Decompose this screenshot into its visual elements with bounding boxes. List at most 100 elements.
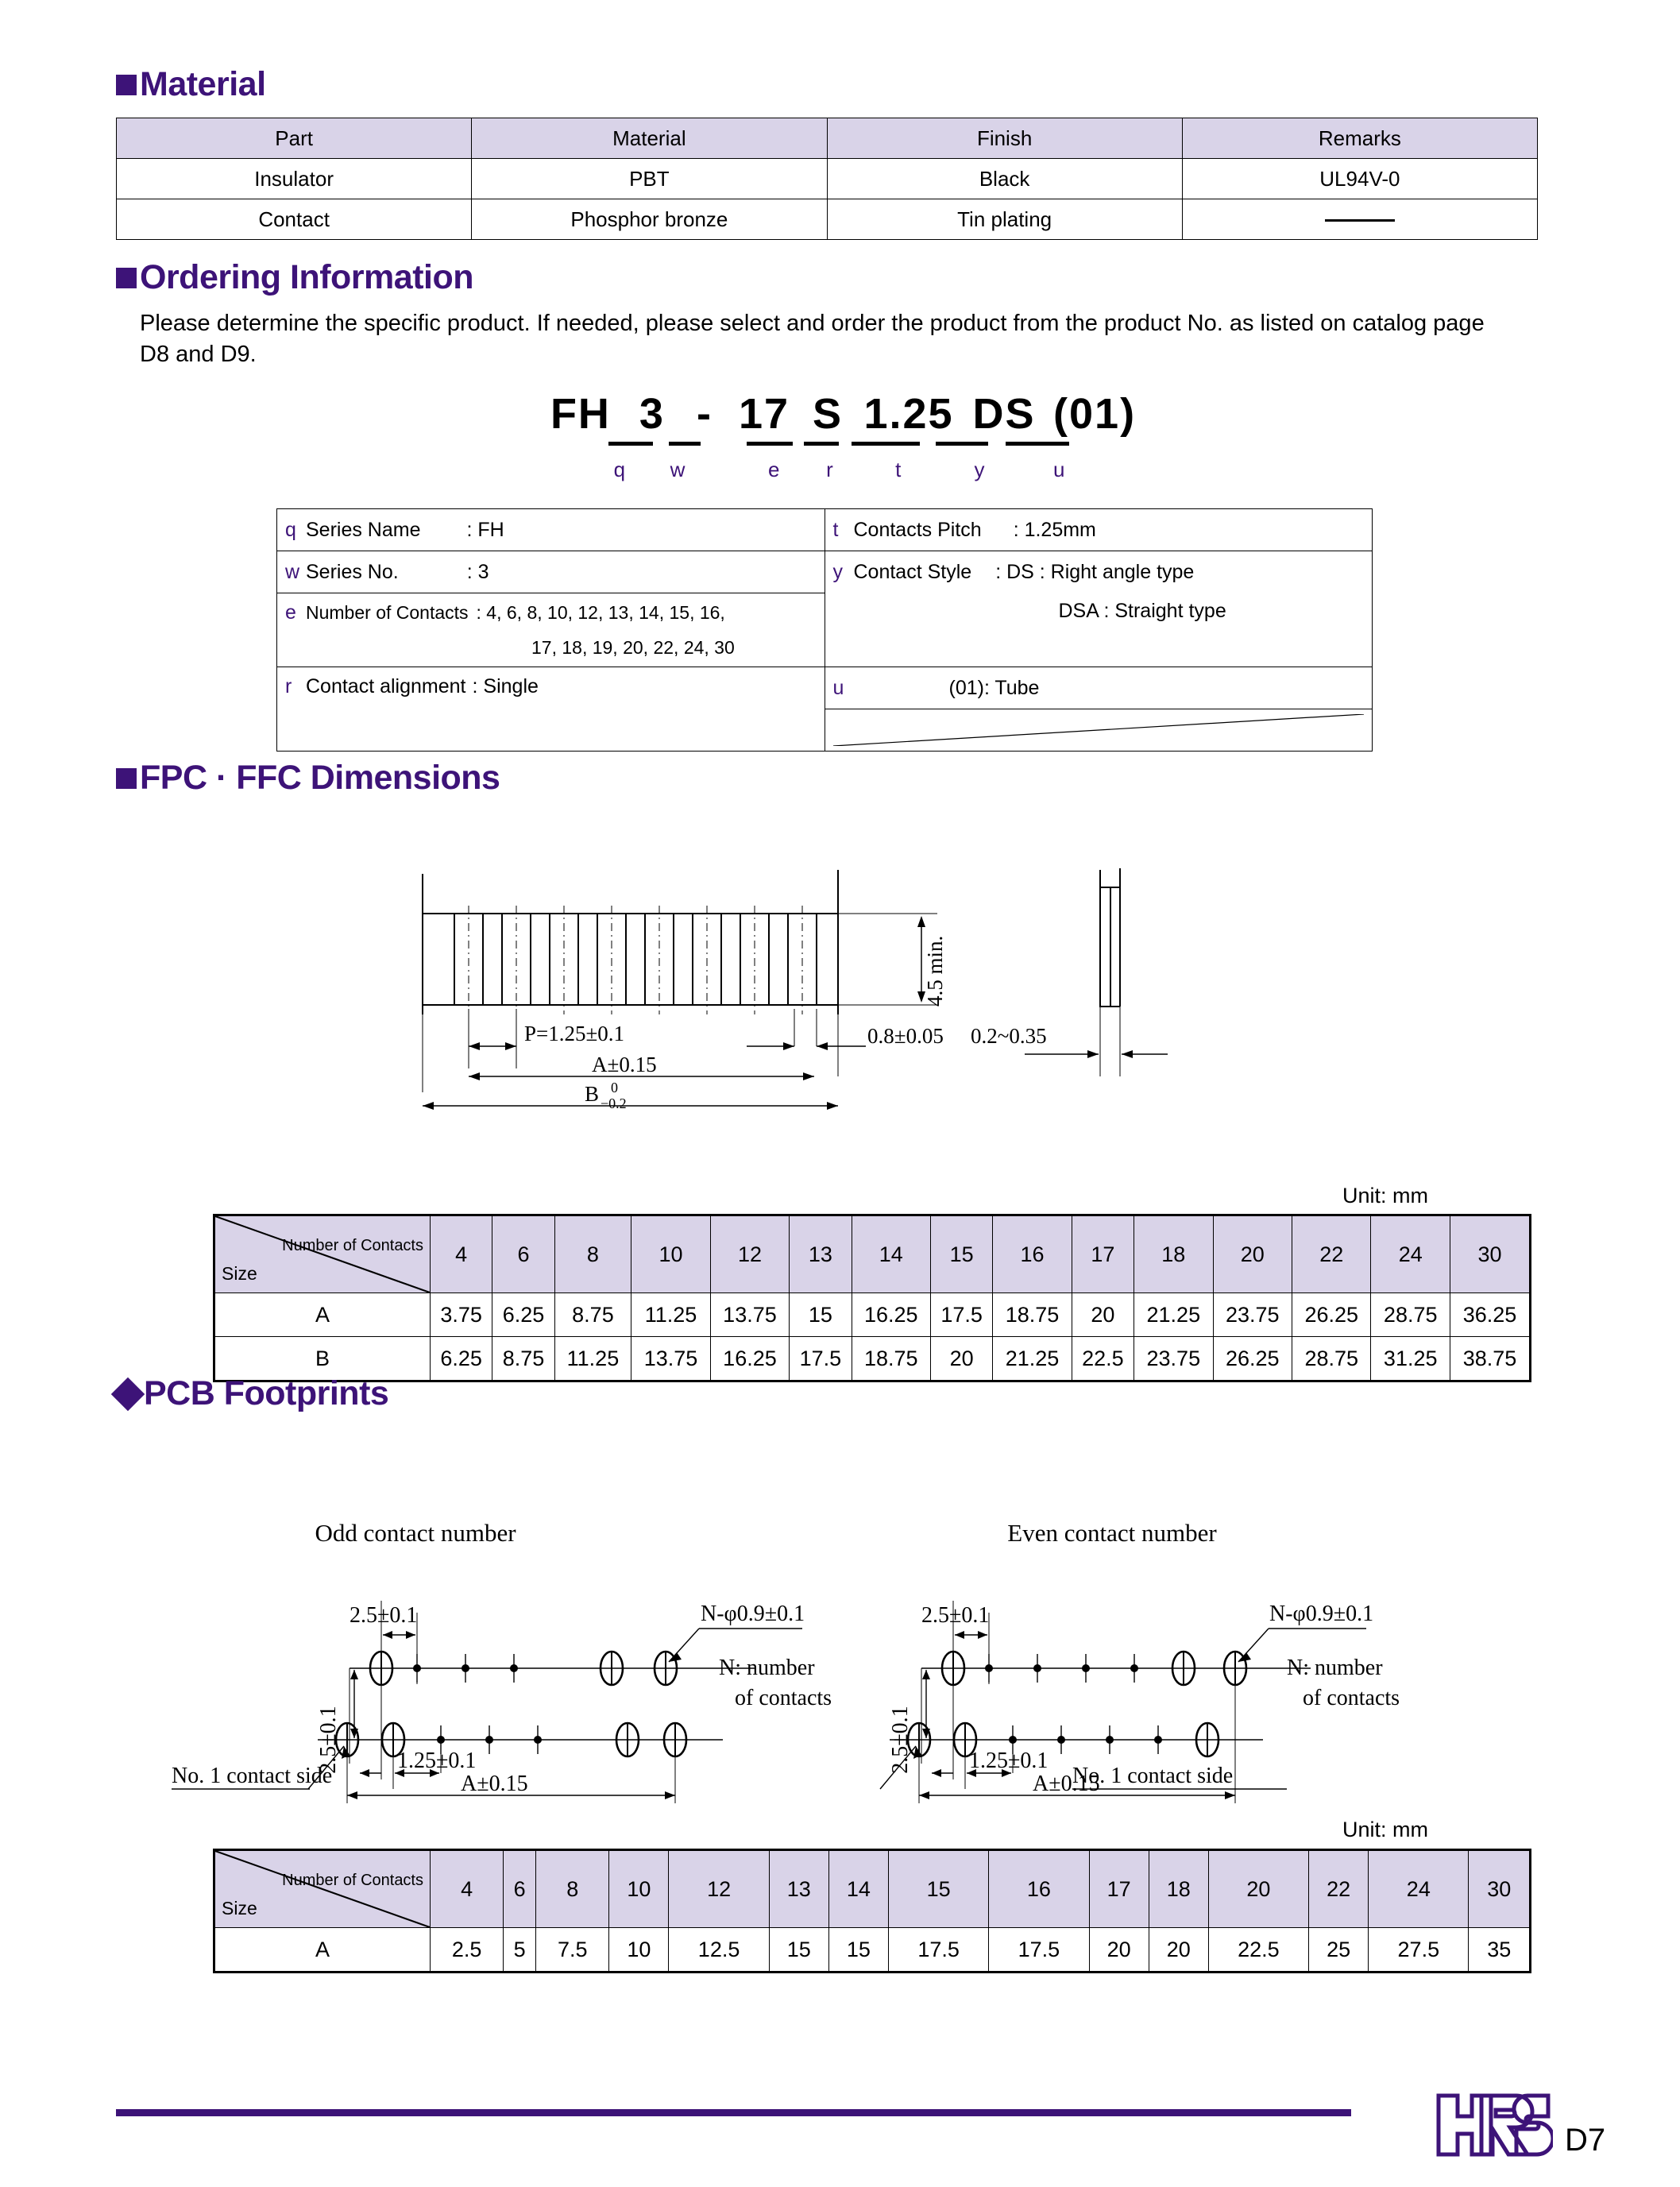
cell-a-12: 13.75 (709, 1292, 790, 1337)
fpc-dimension-drawing: P=1.25±0.1 A±0.15 B 0 −0.2 0.8±0.05 0.2~… (381, 838, 1176, 1116)
row-label-a: A (214, 1292, 431, 1337)
cell-b-10: 13.75 (631, 1336, 711, 1381)
cell-finish: Tin plating (826, 199, 1183, 240)
table-header-row: Number of Contacts Size 4 6 8 10 12 13 1… (214, 1849, 1531, 1928)
label-b: B (585, 1082, 599, 1106)
cell-a-20: 23.75 (1212, 1292, 1293, 1337)
col-contacts-20: 20 (1212, 1215, 1293, 1293)
legend-label-series-no: Series No. (306, 560, 399, 583)
col-contacts-24: 24 (1370, 1215, 1450, 1293)
square-bullet-icon (116, 767, 137, 789)
col-contacts-30: 30 (1468, 1849, 1531, 1928)
legend-key-w: w (285, 560, 300, 583)
index-letter-r: r (826, 458, 833, 481)
cell-a-18: 20 (1148, 1927, 1209, 1973)
pcb-size-table: Number of Contacts Size 4 6 8 10 12 13 1… (213, 1849, 1531, 1973)
square-bullet-icon (116, 267, 137, 288)
col-remarks: Remarks (1181, 118, 1539, 159)
table-row: Insulator PBT Black UL94V-0 (115, 158, 1539, 199)
legend-cell-package: u (01): Tube (824, 667, 1373, 709)
cell-b-20: 26.25 (1212, 1336, 1293, 1381)
legend-label-series-name: Series Name (306, 518, 421, 541)
square-bullet-icon (116, 74, 137, 95)
legend-cell-contact-style: y Contact Style: DS : Right angle type DS… (824, 551, 1373, 667)
diagonal-strike-icon (832, 714, 1364, 746)
odd-contact-side: No. 1 contact side (172, 1764, 332, 1788)
cell-a-24: 28.75 (1370, 1292, 1450, 1337)
row-label-a: A (214, 1927, 431, 1973)
part-number-display: FH 3 - 17 S 1.25 DS (01) (0, 389, 1680, 439)
cell-b-18: 23.75 (1134, 1336, 1214, 1381)
cell-b-4: 6.25 (429, 1336, 493, 1381)
cell-b-30: 38.75 (1449, 1336, 1531, 1381)
odd-dim-a: A±0.15 (461, 1772, 528, 1796)
cell-a-8: 7.5 (535, 1927, 610, 1973)
legend-row: r Contact alignment: Single u (01): Tube (276, 667, 1373, 752)
even-dim-25-vertical: 2.5±0.1 (888, 1706, 913, 1773)
table-row-a: A 2.5 5 7.5 10 12.5 15 15 17.5 17.5 20 2… (214, 1927, 1531, 1973)
cell-b-16: 21.25 (992, 1336, 1072, 1381)
corner-label-size: Size (222, 1263, 257, 1284)
cell-a-30: 36.25 (1449, 1292, 1531, 1337)
legend-label-contact-style: Contact Style (853, 561, 972, 583)
index-letter-y: y (974, 458, 985, 481)
legend-cell-contact-alignment: r Contact alignment: Single (276, 667, 825, 752)
odd-hole-note: N-φ0.9±0.1 (701, 1602, 805, 1626)
table-row-a: A 3.75 6.25 8.75 11.25 13.75 15 16.25 17… (214, 1292, 1531, 1337)
cell-part: Contact (115, 199, 473, 240)
legend-label-contact-alignment: Contact alignment (306, 675, 466, 697)
cell-b-22: 28.75 (1292, 1336, 1372, 1381)
col-contacts-22: 22 (1292, 1215, 1372, 1293)
table-row: Contact Phosphor bronze Tin plating (115, 199, 1539, 240)
cell-a-8: 8.75 (554, 1292, 632, 1337)
even-dim-25: 2.5±0.1 (921, 1603, 989, 1628)
index-letter-w: w (670, 458, 686, 481)
table-header-row: Part Material Finish Remarks (115, 118, 1539, 159)
col-contacts-15: 15 (929, 1215, 994, 1293)
cell-part: Insulator (115, 158, 473, 199)
cell-a-4: 3.75 (429, 1292, 493, 1337)
cell-a-10: 11.25 (631, 1292, 711, 1337)
fpc-size-table: Number of Contacts Size 4 6 8 10 12 13 1… (213, 1214, 1531, 1382)
corner-label-contacts: Number of Contacts (282, 1237, 423, 1254)
cell-b-17: 22.5 (1071, 1336, 1135, 1381)
col-contacts-10: 10 (631, 1215, 711, 1293)
cell-a-15: 17.5 (929, 1292, 994, 1337)
ordering-note: Please determine the specific product. I… (140, 311, 1485, 368)
label-b-sup: 0 (611, 1080, 618, 1095)
underline-mark (1005, 442, 1069, 446)
col-contacts-15: 15 (887, 1849, 990, 1928)
page-number: D7 (1565, 2123, 1606, 2158)
col-contacts-13: 13 (789, 1215, 852, 1293)
cell-b-8: 11.25 (554, 1336, 632, 1381)
legend-line-style-2: DSA : Straight type (1058, 600, 1226, 622)
pn-token-series-no: 3 (639, 390, 665, 438)
col-contacts-4: 4 (429, 1849, 504, 1928)
col-contacts-10: 10 (608, 1849, 670, 1928)
col-contacts-14: 14 (851, 1215, 931, 1293)
legend-value-contact-alignment: : Single (472, 675, 539, 697)
pcb-footprint-drawing: Odd contact number 2.5±0.1 2.5±0.1 1.25±… (119, 1478, 1589, 1811)
pcb-unit-label: Unit: mm (1342, 1818, 1428, 1841)
cell-a-17: 20 (1071, 1292, 1135, 1337)
legend-cell-empty-diagonal (824, 709, 1373, 752)
legend-value-number-of-contacts: : 4, 6, 8, 10, 12, 13, 14, 15, 16, (476, 602, 725, 623)
legend-key-y: y (832, 561, 844, 583)
cell-a-4: 2.5 (429, 1927, 504, 1973)
underline-mark (746, 442, 793, 446)
pcb-heading-text: PCB Footprints (144, 1374, 389, 1412)
label-tail: 0.8±0.05 (867, 1024, 944, 1048)
col-contacts-8: 8 (554, 1215, 632, 1293)
underline-mark (608, 442, 653, 446)
col-contacts-24: 24 (1368, 1849, 1470, 1928)
corner-label-contacts: Number of Contacts (282, 1872, 423, 1889)
col-finish: Finish (826, 118, 1183, 159)
col-contacts-17: 17 (1071, 1215, 1135, 1293)
even-dim-125: 1.25±0.1 (969, 1748, 1048, 1773)
cell-b-24: 31.25 (1370, 1336, 1450, 1381)
underline-mark (668, 442, 701, 446)
corner-label-size: Size (222, 1898, 257, 1918)
table-header-row: Number of Contacts Size 4 6 8 10 12 13 1… (214, 1215, 1531, 1293)
index-letter-t: t (895, 458, 902, 481)
section-heading-pcb: PCB Footprints (110, 1374, 389, 1413)
